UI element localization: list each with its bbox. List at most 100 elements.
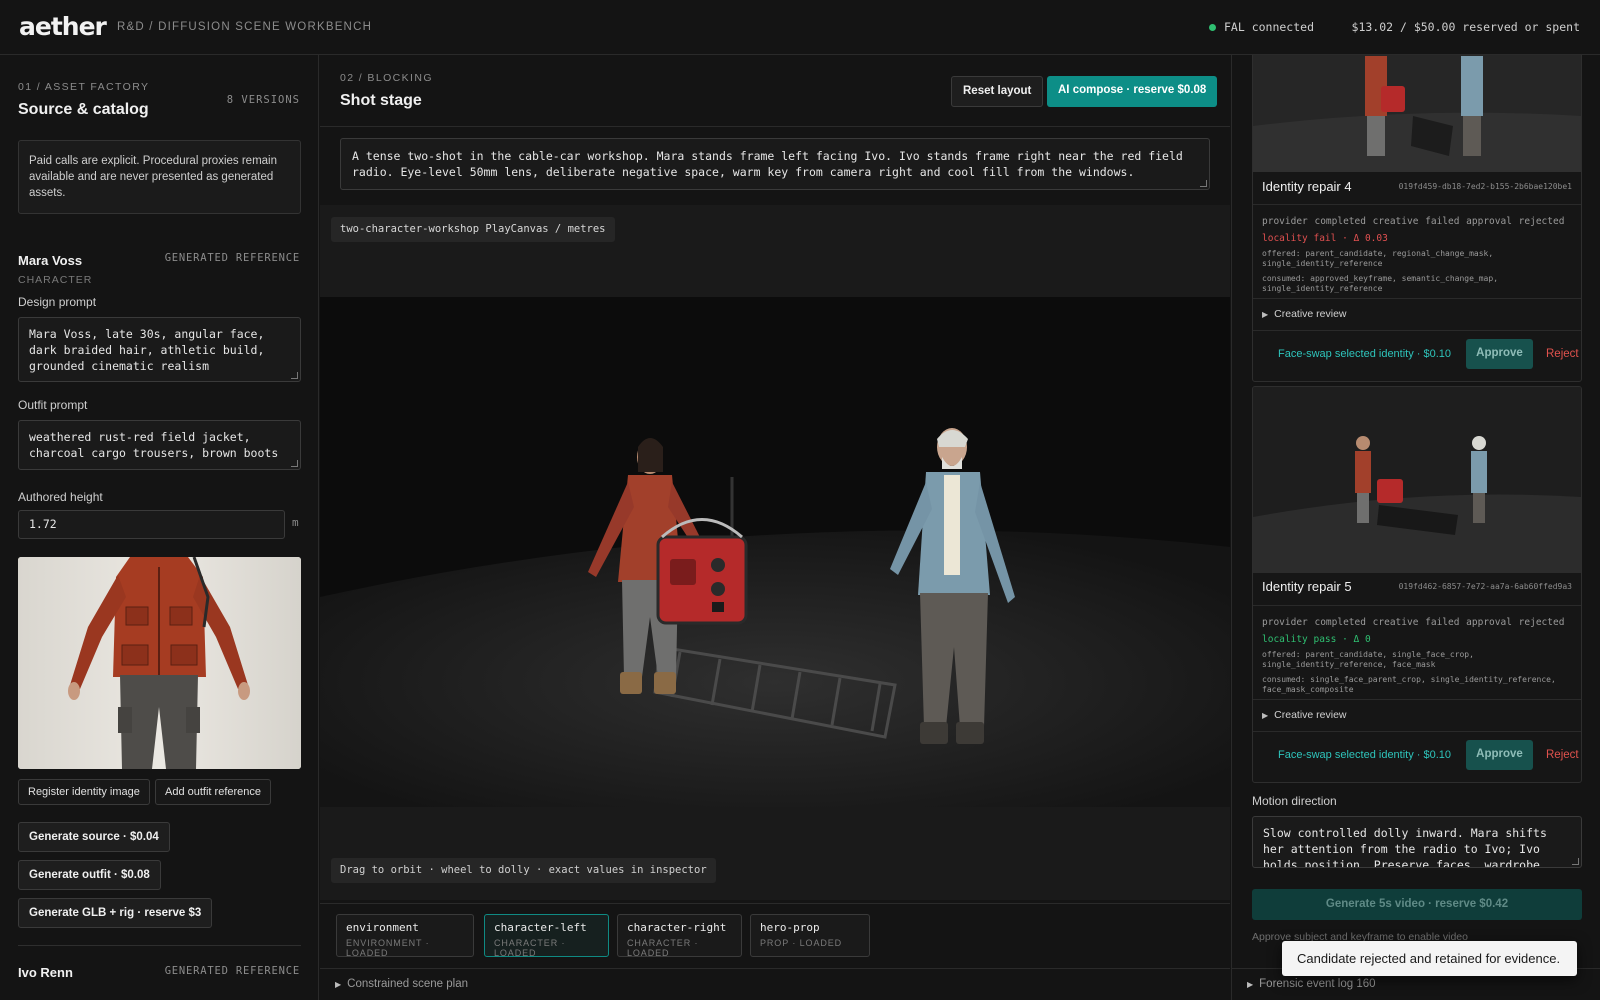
disclosure-triangle-icon: ▶	[1247, 980, 1254, 989]
face-swap-button[interactable]: Face-swap selected identity · $0.10	[1278, 749, 1451, 761]
scene-tag: two-character-workshop PlayCanvas / metr…	[331, 217, 615, 242]
consumed-list: consumed: single_face_parent_crop, singl…	[1262, 675, 1556, 694]
motion-direction-field[interactable]: Slow controlled dolly inward. Mara shift…	[1252, 816, 1582, 868]
locality-result: locality pass · Δ 0	[1262, 634, 1371, 645]
resize-handle-icon[interactable]	[1572, 858, 1579, 865]
connection-status: FAL connected	[1209, 20, 1314, 34]
section-number: 02 / BLOCKING	[340, 72, 433, 84]
plan-label: Constrained scene plan	[347, 978, 468, 990]
generate-video-button[interactable]: Generate 5s video · reserve $0.42	[1252, 889, 1582, 920]
ai-compose-button[interactable]: AI compose · reserve $0.08	[1047, 76, 1218, 107]
disclosure-triangle-icon: ▶	[335, 980, 342, 989]
resize-handle-icon[interactable]	[1200, 180, 1207, 187]
design-prompt-field[interactable]: Mara Voss, late 30s, angular face, dark …	[18, 317, 301, 382]
creative-review-toggle[interactable]: ▶ Creative review	[1262, 709, 1347, 721]
disclosure-triangle-icon: ▶	[1262, 310, 1269, 319]
app-logo[interactable]: aether	[19, 12, 107, 41]
budget-readout: $13.02 / $50.00 reserved or spent	[1351, 20, 1580, 34]
character-type: CHARACTER	[18, 274, 93, 286]
status-dot-icon	[1209, 23, 1216, 31]
connection-status-label: FAL connected	[1224, 20, 1315, 34]
divider	[1253, 731, 1581, 732]
register-identity-button[interactable]: Register identity image	[18, 779, 150, 805]
asset-chip-character-left[interactable]: character-left CHARACTER · LOADED	[484, 914, 609, 958]
forensic-log-label: Forensic event log 160	[1259, 978, 1376, 990]
reset-layout-button[interactable]: Reset layout	[951, 76, 1044, 107]
disclosure-triangle-icon: ▶	[1262, 711, 1269, 720]
outfit-prompt-label: Outfit prompt	[18, 398, 88, 412]
design-prompt-label: Design prompt	[18, 295, 97, 309]
motion-direction-text: Slow controlled dolly inward. Mara shift…	[1263, 826, 1547, 868]
creative-review-toggle[interactable]: ▶ Creative review	[1262, 308, 1347, 320]
section-number: 01 / ASSET FACTORY	[18, 81, 150, 93]
creative-review-label: Creative review	[1274, 308, 1347, 320]
generate-outfit-button[interactable]: Generate outfit · $0.08	[18, 860, 161, 890]
candidate-thumbnail[interactable]	[1253, 55, 1581, 172]
card-title: Identity repair 4	[1262, 179, 1352, 194]
stage-title: Shot stage	[340, 92, 422, 109]
asset-chip-name: hero-prop	[760, 921, 820, 934]
divider	[1253, 330, 1581, 331]
outfit-prompt-field[interactable]: weathered rust-red field jacket, charcoa…	[18, 420, 301, 470]
asset-factory-panel: 01 / ASSET FACTORY Source & catalog 8 VE…	[0, 55, 319, 1000]
divider	[1253, 298, 1581, 299]
top-bar: aether R&D / DIFFUSION SCENE WORKBENCH F…	[0, 0, 1600, 55]
character-name: Mara Voss	[18, 253, 83, 268]
card-status: provider completed creative failed appro…	[1262, 617, 1565, 628]
character-reference-image[interactable]	[18, 557, 301, 769]
orbit-hint: Drag to orbit · wheel to dolly · exact v…	[331, 858, 716, 883]
asset-chip-meta: PROP · LOADED	[760, 938, 843, 948]
reject-button[interactable]: Reject	[1546, 749, 1579, 761]
candidate-thumbnail[interactable]	[1253, 387, 1581, 573]
height-label: Authored height	[18, 490, 103, 504]
offered-list: offered: parent_candidate, single_face_c…	[1262, 650, 1474, 669]
scene-prompt-text: A tense two-shot in the cable-car worksh…	[352, 149, 1183, 179]
next-character-name: Ivo Renn	[18, 965, 73, 980]
asset-chip-hero-prop[interactable]: hero-prop PROP · LOADED	[750, 914, 870, 957]
breadcrumb: R&D / DIFFUSION SCENE WORKBENCH	[117, 21, 373, 33]
asset-chip-name: environment	[346, 921, 419, 934]
scene-render[interactable]	[320, 297, 1230, 807]
divider	[1253, 204, 1581, 205]
reject-button[interactable]: Reject	[1546, 348, 1579, 360]
character-figure-icon	[18, 557, 301, 769]
constrained-scene-plan-toggle[interactable]: ▶ Constrained scene plan	[320, 968, 1230, 1000]
identity-repair-card: Identity repair 5 019fd462-6857-7e72-aa7…	[1252, 386, 1582, 783]
asset-chip-meta: CHARACTER · LOADED	[627, 938, 699, 958]
offered-list: offered: parent_candidate, regional_chan…	[1262, 249, 1494, 268]
asset-chip-name: character-right	[627, 921, 727, 934]
generate-source-button[interactable]: Generate source · $0.04	[18, 822, 170, 852]
approve-button[interactable]: Approve	[1466, 339, 1533, 369]
3d-viewport[interactable]: two-character-workshop PlayCanvas / metr…	[320, 205, 1230, 900]
section-title: Source & catalog	[18, 101, 149, 118]
shot-stage-panel: 02 / BLOCKING Shot stage Reset layout AI…	[320, 55, 1230, 1000]
resize-handle-icon[interactable]	[291, 460, 298, 467]
locality-result: locality fail · Δ 0.03	[1262, 233, 1388, 244]
divider	[1253, 699, 1581, 700]
add-outfit-reference-button[interactable]: Add outfit reference	[155, 779, 272, 805]
creative-review-label: Creative review	[1274, 709, 1347, 721]
paid-calls-notice: Paid calls are explicit. Procedural prox…	[18, 140, 301, 214]
resize-handle-icon[interactable]	[291, 372, 298, 379]
generate-glb-button[interactable]: Generate GLB + rig · reserve $3	[18, 898, 213, 928]
divider	[18, 945, 301, 946]
height-input[interactable]: 1.72	[18, 510, 285, 539]
asset-chip-name: character-left	[494, 921, 587, 934]
card-id: 019fd459-db18-7ed2-b155-2b6bae120be1	[1398, 182, 1572, 191]
candidate-image-icon	[1253, 387, 1581, 573]
card-title: Identity repair 5	[1262, 579, 1352, 594]
consumed-list: consumed: approved_keyframe, semantic_ch…	[1262, 274, 1499, 293]
card-id: 019fd462-6857-7e72-aa7a-6ab60ffed9a3	[1398, 582, 1572, 591]
stage-header: 02 / BLOCKING Shot stage Reset layout AI…	[320, 55, 1230, 127]
scene-prompt-field[interactable]: A tense two-shot in the cable-car worksh…	[340, 138, 1210, 190]
approve-button[interactable]: Approve	[1466, 740, 1533, 770]
card-status: provider completed creative failed appro…	[1262, 216, 1565, 227]
toast-notification: Candidate rejected and retained for evid…	[1282, 941, 1577, 976]
asset-chip-environment[interactable]: environment ENVIRONMENT · LOADED	[336, 914, 474, 958]
asset-chip-character-right[interactable]: character-right CHARACTER · LOADED	[617, 914, 742, 958]
face-swap-button[interactable]: Face-swap selected identity · $0.10	[1278, 348, 1451, 360]
identity-repair-card: Identity repair 4 019fd459-db18-7ed2-b15…	[1252, 55, 1582, 382]
outfit-prompt-text: weathered rust-red field jacket, charcoa…	[29, 430, 279, 460]
divider	[1253, 605, 1581, 606]
asset-chips-bar: environment ENVIRONMENT · LOADED charact…	[320, 903, 1230, 968]
